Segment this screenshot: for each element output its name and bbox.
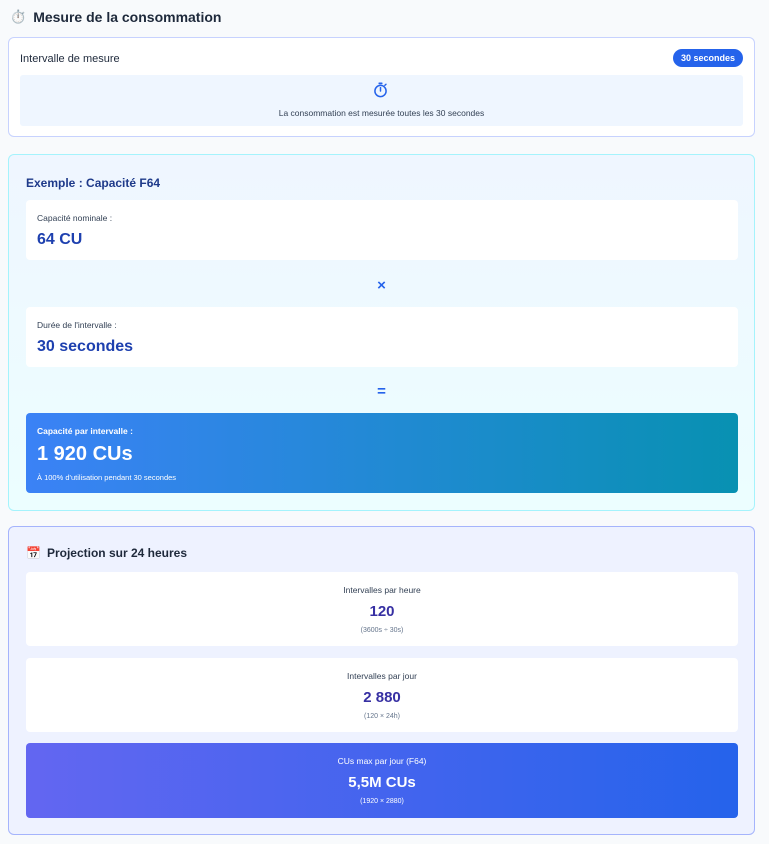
nominal-capacity-box: Capacité nominale : 64 CU [26,200,738,260]
max-cus-per-day-box: CUs max par jour (F64) 5,5M CUs (1920 × … [26,743,738,818]
intervals-per-hour-label: Intervalles par heure [343,585,421,595]
page-title: ⏱️ Mesure de la consommation [10,9,221,25]
max-cus-per-day-label: CUs max par jour (F64) [337,756,427,766]
intervals-per-hour-value: 120 [369,603,395,620]
projection-title: 📅 Projection sur 24 heures [26,546,187,560]
interval-card: Intervalle de mesure 30 secondes La cons… [8,37,755,137]
page-title-text: Mesure de la consommation [33,9,222,25]
intervals-per-hour-box: Intervalles par heure 120 (3600s ÷ 30s) [26,572,738,646]
intervals-per-day-label: Intervalles par jour [347,671,417,681]
timer-icon [373,82,388,103]
capacity-per-interval-note: À 100% d'utilisation pendant 30 secondes [37,473,177,482]
intervals-per-hour-formula: (3600s ÷ 30s) [360,627,404,634]
intervals-per-day-formula: (120 × 24h) [364,713,400,720]
nominal-capacity-value: 64 CU [37,231,83,248]
nominal-capacity-label: Capacité nominale : [37,213,113,223]
interval-description: La consommation est mesurée toutes les 3… [278,108,485,118]
multiply-icon: × [377,277,386,294]
capacity-per-interval-box: Capacité par intervalle : 1 920 CUs À 10… [26,413,738,493]
example-title: Exemple : Capacité F64 [26,176,161,190]
example-card: Exemple : Capacité F64 Capacité nominale… [8,154,755,511]
intervals-per-day-box: Intervalles par jour 2 880 (120 × 24h) [26,658,738,732]
capacity-per-interval-label: Capacité par intervalle : [37,426,133,436]
interval-info-panel: La consommation est mesurée toutes les 3… [20,75,743,126]
max-cus-per-day-formula: (1920 × 2880) [360,798,404,805]
interval-label: Intervalle de mesure [20,53,120,65]
max-cus-per-day-value: 5,5M CUs [348,774,416,791]
interval-badge: 30 secondes [672,49,743,67]
interval-duration-box: Durée de l'intervalle : 30 secondes [26,307,738,367]
capacity-per-interval-value: 1 920 CUs [37,443,133,465]
intervals-per-day-value: 2 880 [363,689,401,706]
interval-duration-value: 30 secondes [37,338,134,355]
projection-title-text: Projection sur 24 heures [46,546,188,560]
equals-icon: = [377,383,386,400]
stopwatch-icon: ⏱️ [10,9,27,24]
interval-duration-label: Durée de l'intervalle : [37,320,117,330]
calendar-icon: 📅 [26,546,41,560]
projection-card: 📅 Projection sur 24 heures Intervalles p… [8,526,755,835]
